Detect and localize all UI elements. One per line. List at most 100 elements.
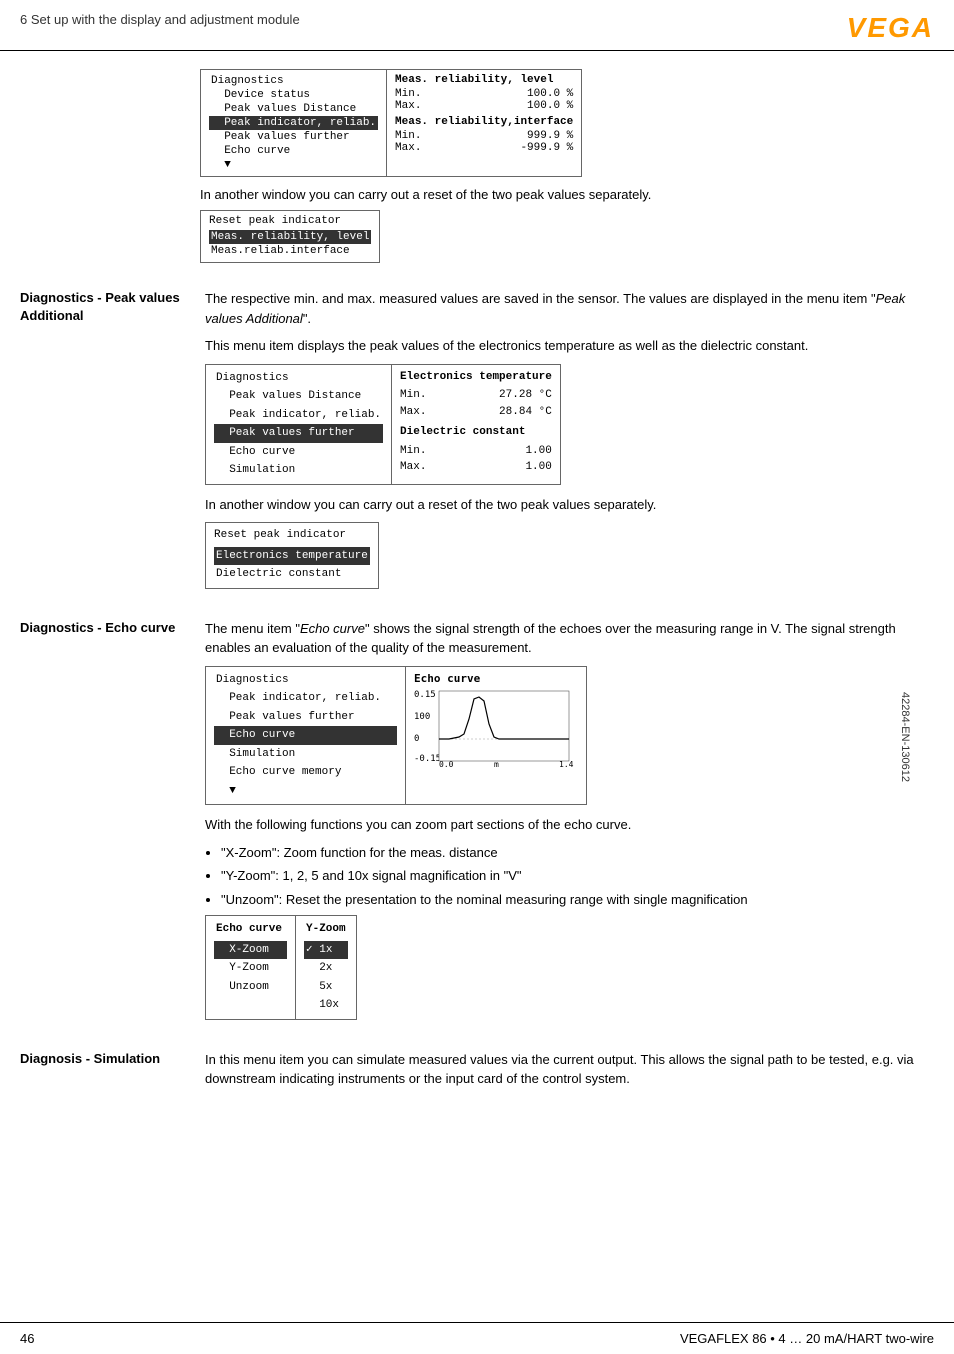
echo-menu-simulation: Simulation <box>214 745 397 764</box>
section1-text1: In another window you can carry out a re… <box>200 187 924 202</box>
svg-text:0: 0 <box>414 734 419 744</box>
echo-menu-peak-further: Peak values further <box>214 708 397 727</box>
menu-item-peak-further: Peak values further <box>209 130 378 144</box>
section4-label-text: Diagnosis - Simulation <box>20 1051 160 1066</box>
section4-label: Diagnosis - Simulation <box>20 1050 195 1097</box>
dielectric-title: Dielectric constant <box>400 424 552 441</box>
yzoom-1x: ✓ 1x <box>304 941 348 960</box>
echo-menu-arrow: ▼ <box>214 782 397 801</box>
meas-row-min2: Min. 999.9 % <box>395 130 573 142</box>
menu2-simulation: Simulation <box>214 461 383 480</box>
section2-label: Diagnostics - Peak values Additional <box>20 289 195 599</box>
meas-min2-value: 999.9 % <box>527 130 573 142</box>
echo-curve-mockup: Diagnostics Peak indicator, reliab. Peak… <box>205 666 587 806</box>
reset-item-1-2: Meas.reliab.interface <box>209 244 371 258</box>
menu2-peak-distance: Peak values Distance <box>214 387 383 406</box>
section2-text1: The respective min. and max. measured va… <box>205 289 924 328</box>
elec-max-value: 28.84 °C <box>499 404 552 421</box>
menu-item-peak-distance: Peak values Distance <box>209 102 378 116</box>
svg-text:1.4: 1.4 <box>559 760 574 769</box>
dielectric-max: Max. 1.00 <box>400 459 552 476</box>
diag-menu-1: Diagnostics Device status Peak values Di… <box>201 70 387 176</box>
zoom-menu-unzoom: Unzoom <box>214 978 287 997</box>
svg-text:0.15: 0.15 <box>414 690 436 700</box>
meas-title-1: Meas. reliability, level <box>395 74 573 86</box>
diagnostics-mockup-2: Diagnostics Peak values Distance Peak in… <box>205 364 561 485</box>
reset-item-2-2: Dielectric constant <box>214 565 370 584</box>
meas-min1-value: 100.0 % <box>527 88 573 100</box>
svg-text:-0.15: -0.15 <box>414 754 441 764</box>
reset-item-1-1: Meas. reliability, level <box>209 230 371 244</box>
zoom-bullet-list: "X-Zoom": Zoom function for the meas. di… <box>221 843 924 910</box>
menu2-peak-indicator: Peak indicator, reliab. <box>214 406 383 425</box>
section4-text: In this menu item you can simulate measu… <box>205 1050 924 1089</box>
echo-menu-peak-indicator: Peak indicator, reliab. <box>214 689 397 708</box>
section4-content: In this menu item you can simulate measu… <box>205 1050 924 1097</box>
diel-max-value: 1.00 <box>525 459 551 476</box>
footer-product: VEGAFLEX 86 • 4 … 20 mA/HART two-wire <box>680 1331 934 1346</box>
menu-item-echo-curve-1: Echo curve <box>209 144 378 158</box>
meas-row-max1: Max. 100.0 % <box>395 100 573 112</box>
elec-min-label: Min. <box>400 387 426 404</box>
echo-panel-title: Echo curve <box>414 671 578 688</box>
meas-title-2: Meas. reliability,interface <box>395 116 573 128</box>
elec-temp-max: Max. 28.84 °C <box>400 404 552 421</box>
svg-text:m: m <box>494 760 499 769</box>
diel-max-label: Max. <box>400 459 426 476</box>
menu2-diagnostics: Diagnostics <box>214 369 383 388</box>
elec-temp-title: Electronics temperature <box>400 369 552 386</box>
yzoom-2x: 2x <box>304 959 348 978</box>
meas-min1-label: Min. <box>395 88 421 100</box>
reset-box-1-title: Reset peak indicator <box>209 215 371 227</box>
meas-max1-label: Max. <box>395 100 421 112</box>
footer: 46 VEGAFLEX 86 • 4 … 20 mA/HART two-wire <box>0 1322 954 1354</box>
content: Diagnostics Device status Peak values Di… <box>0 61 954 1177</box>
diag-menu-2: Diagnostics Peak values Distance Peak in… <box>206 365 392 484</box>
section3-label: Diagnostics - Echo curve <box>20 619 195 1030</box>
dielectric-min: Min. 1.00 <box>400 443 552 460</box>
yzoom-mockup: Echo curve X-Zoom Y-Zoom Unzoom Y-Zoom ✓… <box>205 915 357 1020</box>
menu-item-peak-indicator: Peak indicator, reliab. <box>209 116 378 130</box>
zoom-menu-title: Echo curve <box>214 920 287 939</box>
echo-menu-echo-curve: Echo curve <box>214 726 397 745</box>
bullet-unzoom: "Unzoom": Reset the presentation to the … <box>221 890 924 910</box>
reset-box-2-title: Reset peak indicator <box>214 527 370 544</box>
diag-panel-2: Electronics temperature Min. 27.28 °C Ma… <box>392 365 560 484</box>
section2-label-text: Diagnostics - Peak values Additional <box>20 290 180 323</box>
meas-max2-value: -999.9 % <box>520 142 573 154</box>
meas-panel: Meas. reliability, level Min. 100.0 % Ma… <box>387 70 581 176</box>
reset-box-1: Reset peak indicator Meas. reliability, … <box>200 210 380 263</box>
section3-content: The menu item "Echo curve" shows the sig… <box>205 619 924 1030</box>
section3-text1: The menu item "Echo curve" shows the sig… <box>205 619 924 658</box>
echo-curve-svg: 0.15 100 0 -0.15 0.0 m <box>414 689 574 769</box>
header-title: 6 Set up with the display and adjustment… <box>20 12 300 27</box>
section2-text2: This menu item displays the peak values … <box>205 336 924 356</box>
echo-chart: Echo curve 0.15 100 0 -0.15 <box>406 667 586 805</box>
echo-menu-echo-memory: Echo curve memory <box>214 763 397 782</box>
yzoom-title: Y-Zoom <box>304 920 348 939</box>
section3-label-text: Diagnostics - Echo curve <box>20 620 175 635</box>
diel-min-label: Min. <box>400 443 426 460</box>
section3-text2: With the following functions you can zoo… <box>205 815 924 835</box>
menu-item-device-status: Device status <box>209 88 378 102</box>
yzoom-5x: 5x <box>304 978 348 997</box>
reset-box-2: Reset peak indicator Electronics tempera… <box>205 522 379 589</box>
bullet-yzoom: "Y-Zoom": 1, 2, 5 and 10x signal magnifi… <box>221 866 924 886</box>
menu2-echo-curve: Echo curve <box>214 443 383 462</box>
yzoom-panel: Y-Zoom ✓ 1x 2x 5x 10x <box>296 916 356 1019</box>
section2-body-text2: In another window you can carry out a re… <box>205 495 924 515</box>
zoom-menu-yzoom: Y-Zoom <box>214 959 287 978</box>
menu2-peak-further: Peak values further <box>214 424 383 443</box>
echo-diag-menu: Diagnostics Peak indicator, reliab. Peak… <box>206 667 406 805</box>
echo-menu-diagnostics: Diagnostics <box>214 671 397 690</box>
doc-number-container: 42284-EN-130612 <box>934 200 954 1274</box>
section2-content: The respective min. and max. measured va… <box>205 289 924 599</box>
doc-number: 42284-EN-130612 <box>899 692 911 782</box>
meas-min2-label: Min. <box>395 130 421 142</box>
logo: VEGA <box>847 12 934 44</box>
bullet-xzoom: "X-Zoom": Zoom function for the meas. di… <box>221 843 924 863</box>
page: 6 Set up with the display and adjustment… <box>0 0 954 1354</box>
meas-row-max2: Max. -999.9 % <box>395 142 573 154</box>
elec-temp-min: Min. 27.28 °C <box>400 387 552 404</box>
echo-zoom-menu: Echo curve X-Zoom Y-Zoom Unzoom <box>206 916 296 1019</box>
